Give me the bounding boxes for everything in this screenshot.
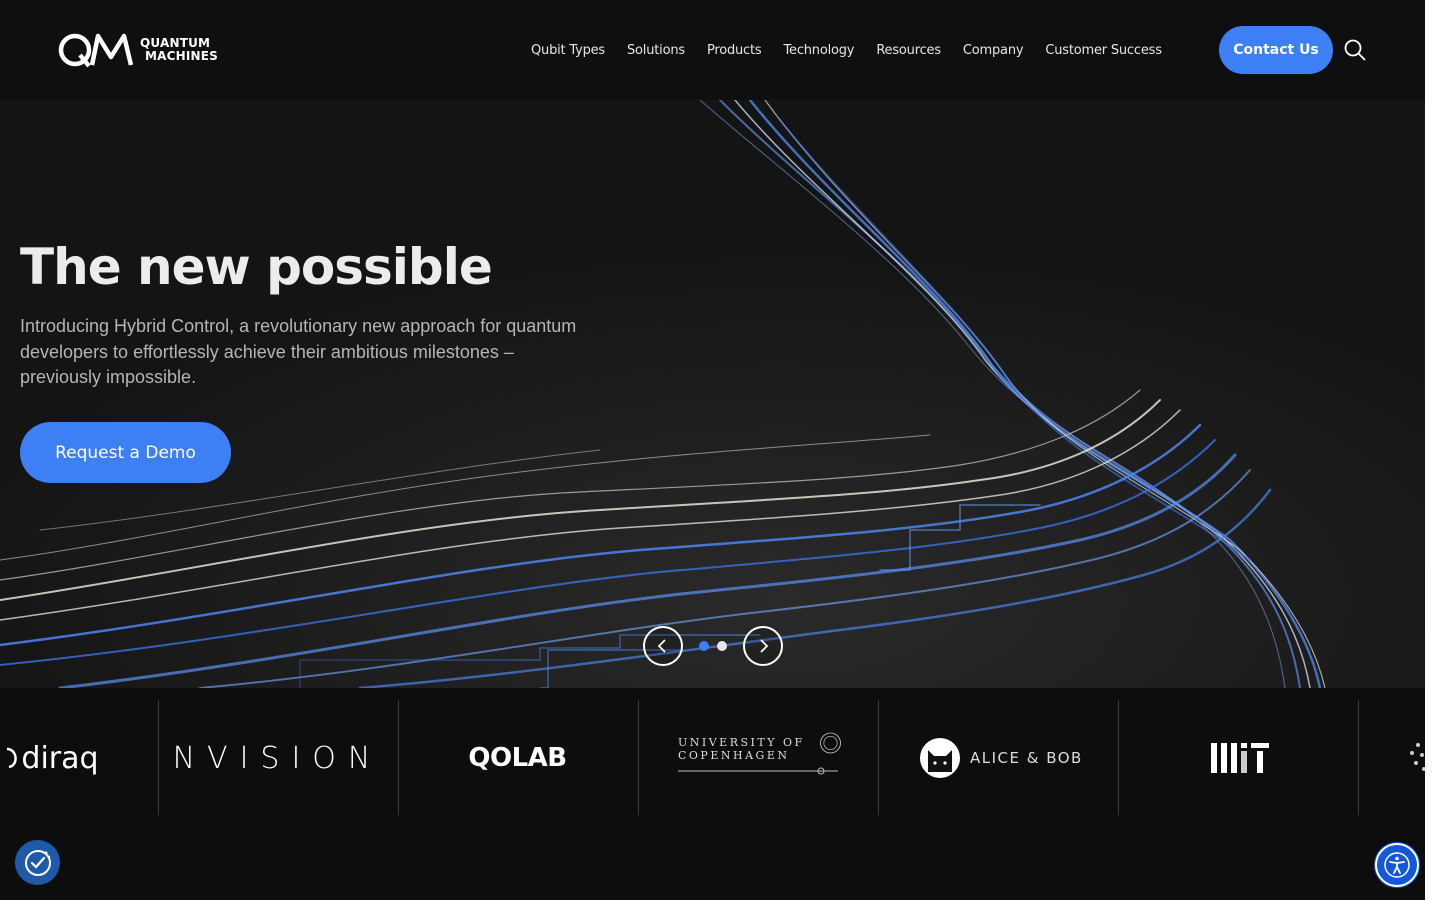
nav-item-solutions[interactable]: Solutions xyxy=(616,43,696,58)
partner-logo-strip: diraq NVISION QOLAB UNIVERSITY OF COPENH… xyxy=(0,688,1425,828)
partner-logo-alice-bob: ALICE & BOB xyxy=(920,688,1085,828)
qolab-wordmark: QOLAB xyxy=(468,743,567,773)
carousel-dot-active[interactable] xyxy=(699,641,709,651)
diraq-wordmark: diraq xyxy=(21,740,99,776)
logo-divider xyxy=(638,700,639,815)
chevron-right-icon xyxy=(760,639,769,653)
partner-logo-diraq: diraq xyxy=(0,688,112,828)
chevron-left-icon xyxy=(657,639,666,653)
brand-name-line2: MACHINES xyxy=(145,49,219,63)
brand-wordmark: QUANTUM MACHINES xyxy=(138,37,218,63)
hero-title: The new possible xyxy=(20,238,493,296)
logo-divider xyxy=(398,700,399,815)
dotted-logo-icon xyxy=(1409,743,1425,771)
hero-subtitle: Introducing Hybrid Control, a revolution… xyxy=(20,316,577,387)
carousel-prev-button[interactable] xyxy=(643,626,683,666)
partner-logo-mit xyxy=(1205,688,1275,828)
search-button[interactable] xyxy=(1343,38,1367,62)
qm-logo-icon xyxy=(58,33,134,68)
partner-logo-nvision: NVISION xyxy=(170,688,385,828)
copenhagen-rule-icon xyxy=(678,767,838,775)
nav-item-customer-success[interactable]: Customer Success xyxy=(1034,43,1172,58)
partner-logo-copenhagen: UNIVERSITY OF COPENHAGEN xyxy=(678,688,843,828)
nav-item-company[interactable]: Company xyxy=(952,43,1034,58)
nav-item-technology[interactable]: Technology xyxy=(772,43,865,58)
alice-bob-wordmark: ALICE & BOB xyxy=(970,749,1083,767)
logo-divider xyxy=(878,700,879,815)
logo-divider xyxy=(1118,700,1119,815)
search-icon xyxy=(1344,39,1366,61)
logo-divider xyxy=(158,700,159,815)
hero-light-streaks-image xyxy=(0,100,1425,688)
partner-logo-qolab: QOLAB xyxy=(440,688,595,828)
nav-item-products[interactable]: Products xyxy=(696,43,773,58)
accessibility-icon xyxy=(1384,852,1410,878)
contact-us-button[interactable]: Contact Us xyxy=(1219,26,1333,74)
site-header: QUANTUM MACHINES Qubit Types Solutions P… xyxy=(0,0,1425,100)
copenhagen-line1: UNIVERSITY OF xyxy=(678,736,805,749)
page-edge xyxy=(1425,0,1440,900)
logo-divider xyxy=(1358,700,1359,815)
partner-logo-partial xyxy=(1405,688,1425,828)
carousel-next-button[interactable] xyxy=(743,626,783,666)
cookie-check-icon xyxy=(24,849,51,876)
accessibility-button[interactable] xyxy=(1375,843,1419,887)
cat-icon xyxy=(920,738,960,778)
cookie-consent-button[interactable] xyxy=(15,840,60,885)
nav-item-resources[interactable]: Resources xyxy=(865,43,952,58)
carousel-dot[interactable] xyxy=(717,641,727,651)
copenhagen-line2: COPENHAGEN xyxy=(678,749,790,762)
nvision-wordmark: NVISION xyxy=(172,740,383,776)
main-nav: Qubit Types Solutions Products Technolog… xyxy=(520,0,1173,100)
request-demo-button[interactable]: Request a Demo xyxy=(20,422,231,483)
diraq-mark-icon xyxy=(7,747,18,769)
nav-item-qubit-types[interactable]: Qubit Types xyxy=(520,43,616,58)
hero-section: The new possible Introducing Hybrid Cont… xyxy=(0,100,1425,688)
copenhagen-seal-icon xyxy=(820,732,841,754)
brand-logo[interactable]: QUANTUM MACHINES xyxy=(58,31,218,69)
mit-logo-icon xyxy=(1211,743,1269,773)
